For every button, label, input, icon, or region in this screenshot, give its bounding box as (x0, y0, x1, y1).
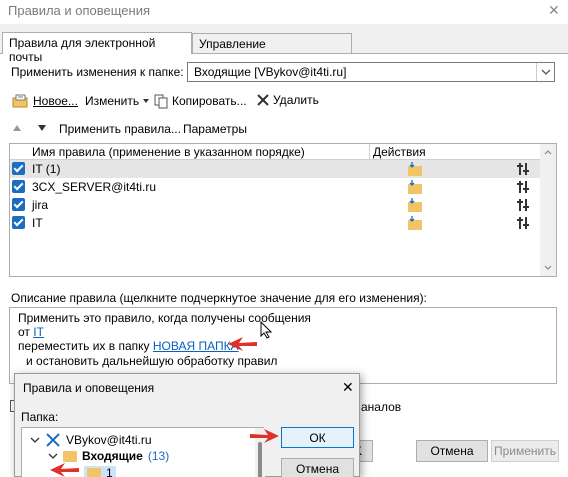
subfolder-name: 1 (106, 466, 113, 477)
mouse-cursor-icon (260, 321, 272, 339)
apply-folder-select[interactable]: Входящие [VBykov@it4ti.ru] (187, 62, 555, 82)
table-row[interactable]: jira (10, 196, 540, 214)
annotation-arrow-icon (250, 429, 279, 443)
description-line-from: от IT (18, 325, 44, 339)
copy-rule-label: Копировать... (172, 94, 247, 108)
rule-name: 3CX_SERVER@it4ti.ru (32, 180, 157, 194)
rule-name: jira (32, 198, 49, 212)
tab-email-rules[interactable]: Правила для электронной почты (2, 32, 192, 64)
rule-checkbox[interactable] (12, 180, 25, 193)
options-button[interactable]: Параметры (183, 122, 247, 136)
column-actions[interactable]: Действия (373, 145, 426, 159)
tree-item-subfolder[interactable]: 1 (84, 466, 116, 477)
annotation-arrow-icon (50, 463, 79, 477)
tab-strip: Правила для электронной почты Управление… (0, 32, 568, 65)
chevron-down-icon[interactable] (536, 63, 554, 81)
column-rule-name[interactable]: Имя правила (применение в указанном поря… (32, 145, 305, 159)
move-to-folder-icon (406, 215, 424, 234)
table-row[interactable]: IT (10, 214, 540, 232)
description-move-prefix: переместить их в папку (18, 339, 150, 353)
from-link[interactable]: IT (33, 325, 44, 339)
rule-checkbox[interactable] (12, 198, 25, 211)
column-divider[interactable] (369, 144, 370, 160)
exchange-account-icon (46, 433, 60, 447)
folder-picker-dialog: Правила и оповещения ✕ Папка: VBykov@it4… (14, 373, 360, 477)
rules-table-header: Имя правила (применение в указанном поря… (10, 144, 556, 160)
rule-name: IT (1) (32, 162, 61, 176)
main-apply-label: Применить (493, 444, 556, 458)
new-rule-icon (12, 94, 28, 108)
channels-text-partial: аналов (361, 400, 402, 414)
main-apply-button[interactable]: Применить (491, 440, 559, 462)
dialog-title: Правила и оповещения (23, 381, 155, 395)
account-name: VBykov@it4ti.ru (66, 433, 152, 447)
apply-folder-value: Входящие [VBykov@it4ti.ru] (194, 65, 347, 79)
annotation-arrow-icon (228, 337, 257, 351)
rule-description-label: Описание правила (щелкните подчеркнутое … (11, 291, 427, 305)
scroll-up-icon[interactable] (544, 149, 552, 155)
main-cancel-label: Отмена (430, 444, 474, 458)
delete-rule-button[interactable]: Удалить (256, 93, 319, 107)
rule-checkbox[interactable] (12, 216, 25, 229)
delete-x-icon (257, 94, 269, 106)
dialog-cancel-button[interactable]: Отмена (281, 458, 354, 477)
delete-rule-label: Удалить (273, 93, 319, 107)
close-icon[interactable]: ✕ (548, 2, 560, 19)
dialog-ok-button[interactable]: ОК (281, 427, 354, 448)
rule-name: IT (32, 216, 43, 230)
rules-table-scrollbar[interactable] (540, 144, 556, 276)
subfolder-icon (87, 467, 101, 477)
inbox-label: Входящие (82, 449, 143, 463)
dialog-ok-label: ОК (309, 431, 326, 445)
tab-manage-alerts[interactable]: Управление оповещениями (192, 33, 352, 65)
description-line-move: переместить их в папку НОВАЯ ПАПКА (18, 339, 239, 353)
tree-item-account[interactable]: VBykov@it4ti.ru (30, 432, 152, 448)
new-rule-button[interactable]: Новое... (12, 93, 78, 109)
caret-down-icon (143, 99, 150, 103)
expand-chevron-icon[interactable] (30, 436, 40, 444)
new-rule-label: Новое... (33, 94, 78, 108)
change-rule-label: Изменить (85, 94, 140, 108)
rule-checkbox[interactable] (12, 162, 25, 175)
window-titlebar: Правила и оповещения ✕ (0, 0, 568, 24)
scroll-down-icon[interactable] (544, 265, 552, 271)
dialog-cancel-label: Отмена (295, 462, 340, 476)
main-cancel-button[interactable]: Отмена (416, 440, 488, 462)
apply-rules-button[interactable]: Применить правила... (59, 122, 181, 136)
rules-table: Имя правила (применение в указанном поря… (9, 143, 557, 277)
window-title: Правила и оповещения (8, 3, 151, 18)
table-row[interactable]: 3CX_SERVER@it4ti.ru (10, 178, 540, 196)
move-up-icon[interactable] (12, 124, 22, 132)
inbox-count: (13) (147, 449, 170, 463)
target-folder-link[interactable]: НОВАЯ ПАПКА (153, 339, 239, 353)
tree-scroll-thumb[interactable] (258, 442, 262, 477)
folder-label: Папка: (21, 410, 59, 424)
description-line-stop: и остановить дальнейшую обработку правил (26, 354, 278, 368)
dialog-close-icon[interactable]: ✕ (342, 379, 354, 396)
description-from-prefix: от (18, 325, 30, 339)
copy-rule-button[interactable]: Копировать... (153, 93, 247, 109)
apply-folder-label: Применить изменения к папке: (11, 65, 184, 79)
table-row[interactable]: IT (1) (10, 160, 540, 178)
expand-chevron-icon[interactable] (48, 452, 58, 460)
wrench-icon (516, 215, 532, 234)
copy-icon (154, 94, 168, 109)
move-down-icon[interactable] (37, 124, 47, 132)
change-rule-button[interactable]: Изменить (85, 94, 150, 108)
